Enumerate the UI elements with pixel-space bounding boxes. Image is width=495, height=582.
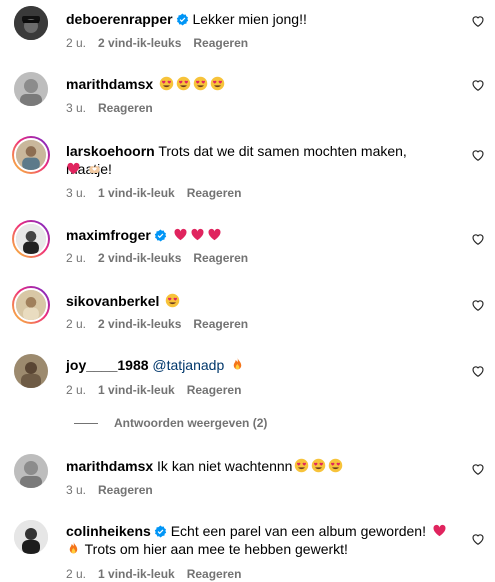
comment-text-line: marithdamsx (66, 75, 455, 93)
heart-eyes-emoji-icon (193, 76, 208, 91)
comment-text: Echt een parel van een album geworden! (170, 523, 426, 539)
divider (74, 422, 98, 424)
heart-outline-icon[interactable] (471, 14, 485, 28)
timestamp: 3 u. (66, 186, 87, 200)
view-replies-label: Antwoorden weergeven (2) (114, 416, 268, 430)
username[interactable]: larskoehoorn (66, 143, 155, 159)
comment-text: Lekker mien jong!! (192, 11, 307, 27)
avatar[interactable] (14, 354, 48, 388)
likes-count[interactable]: 1 vind-ik-leuk (98, 383, 175, 397)
verified-badge-icon (154, 229, 167, 242)
heart-eyes-emoji-icon (294, 458, 309, 473)
username[interactable]: sikovanberkel (66, 293, 159, 309)
likes-count[interactable]: 2 vind-ik-leuks (98, 36, 181, 50)
reply-button[interactable]: Reageren (187, 567, 242, 581)
comment-text-line: colinheikens Echt een parel van een albu… (66, 522, 455, 540)
avatar[interactable] (14, 520, 48, 554)
timestamp: 2 u. (66, 36, 87, 50)
reply-button[interactable]: Reageren (98, 483, 153, 497)
fire-emoji-icon (66, 541, 81, 556)
heart-hands-emoji-icon (87, 161, 102, 176)
avatar[interactable] (12, 220, 50, 258)
heart-outline-icon[interactable] (471, 148, 485, 162)
reply-button[interactable]: Reageren (98, 101, 153, 115)
heart-eyes-emoji-icon (176, 76, 191, 91)
heart-eyes-emoji-icon (165, 293, 180, 308)
red-heart-emoji-icon (173, 227, 188, 242)
avatar[interactable] (14, 454, 48, 488)
comment-meta: 3 u. Reageren (66, 483, 165, 497)
comment-text-line: marithdamsx Ik kan niet wachtennn (66, 457, 455, 475)
heart-eyes-emoji-icon (311, 458, 326, 473)
username[interactable]: marithdamsx (66, 76, 153, 92)
avatar[interactable] (14, 72, 48, 106)
reply-button[interactable]: Reageren (193, 36, 248, 50)
avatar[interactable] (14, 6, 48, 40)
heart-eyes-emoji-icon (159, 76, 174, 91)
username[interactable]: maximfroger (66, 227, 151, 243)
red-heart-emoji-icon (190, 227, 205, 242)
view-replies-button[interactable]: Antwoorden weergeven (2) (74, 416, 267, 430)
comment-meta: 2 u. 2 vind-ik-leuks Reageren (66, 317, 260, 331)
timestamp: 2 u. (66, 317, 87, 331)
fire-emoji-icon (230, 357, 245, 372)
comment-emoji-line (66, 160, 455, 178)
comment-meta: 2 u. 1 vind-ik-leuk Reageren (66, 567, 253, 581)
reply-button[interactable]: Reageren (193, 251, 248, 265)
timestamp: 2 u. (66, 567, 87, 581)
likes-count[interactable]: 2 vind-ik-leuks (98, 251, 181, 265)
timestamp: 2 u. (66, 383, 87, 397)
comment-text: Ik kan niet wachtennn (157, 458, 293, 474)
heart-outline-icon[interactable] (471, 78, 485, 92)
red-heart-emoji-icon (66, 161, 81, 176)
likes-count[interactable]: 2 vind-ik-leuks (98, 317, 181, 331)
heart-outline-icon[interactable] (471, 298, 485, 312)
reply-button[interactable]: Reageren (187, 186, 242, 200)
likes-count[interactable]: 1 vind-ik-leuk (98, 567, 175, 581)
reply-button[interactable]: Reageren (187, 383, 242, 397)
comment-text-line: maximfroger (66, 226, 455, 244)
username[interactable]: joy____1988 (66, 357, 149, 373)
likes-count[interactable]: 1 vind-ik-leuk (98, 186, 175, 200)
reply-button[interactable]: Reageren (193, 317, 248, 331)
comment-meta: 3 u. Reageren (66, 101, 165, 115)
username[interactable]: deboerenrapper (66, 11, 173, 27)
heart-eyes-emoji-icon (328, 458, 343, 473)
username[interactable]: marithdamsx (66, 458, 153, 474)
username[interactable]: colinheikens (66, 523, 151, 539)
comment-meta: 3 u. 1 vind-ik-leuk Reageren (66, 186, 253, 200)
comment-meta: 2 u. 2 vind-ik-leuks Reageren (66, 36, 260, 50)
verified-badge-icon (176, 13, 189, 26)
heart-outline-icon[interactable] (471, 462, 485, 476)
red-heart-emoji-icon (207, 227, 222, 242)
verified-badge-icon (154, 525, 167, 538)
timestamp: 3 u. (66, 483, 87, 497)
comment-text-line-2: Trots om hier aan mee te hebben gewerkt! (66, 540, 455, 558)
comment-text-continued: Trots om hier aan mee te hebben gewerkt! (84, 541, 348, 557)
comment-text-line: deboerenrapper Lekker mien jong!! (66, 10, 455, 28)
comment-text-line: joy____1988 @tatjanadp (66, 356, 455, 374)
comment-meta: 2 u. 1 vind-ik-leuk Reageren (66, 383, 253, 397)
comment-text-line: sikovanberkel (66, 292, 455, 310)
timestamp: 3 u. (66, 101, 87, 115)
comment-meta: 2 u. 2 vind-ik-leuks Reageren (66, 251, 260, 265)
timestamp: 2 u. (66, 251, 87, 265)
heart-outline-icon[interactable] (471, 232, 485, 246)
mention-link[interactable]: @tatjanadp (152, 357, 224, 373)
heart-eyes-emoji-icon (210, 76, 225, 91)
red-heart-emoji-icon (432, 523, 447, 538)
avatar[interactable] (12, 136, 50, 174)
heart-outline-icon[interactable] (471, 364, 485, 378)
avatar[interactable] (12, 286, 50, 324)
heart-outline-icon[interactable] (471, 532, 485, 546)
